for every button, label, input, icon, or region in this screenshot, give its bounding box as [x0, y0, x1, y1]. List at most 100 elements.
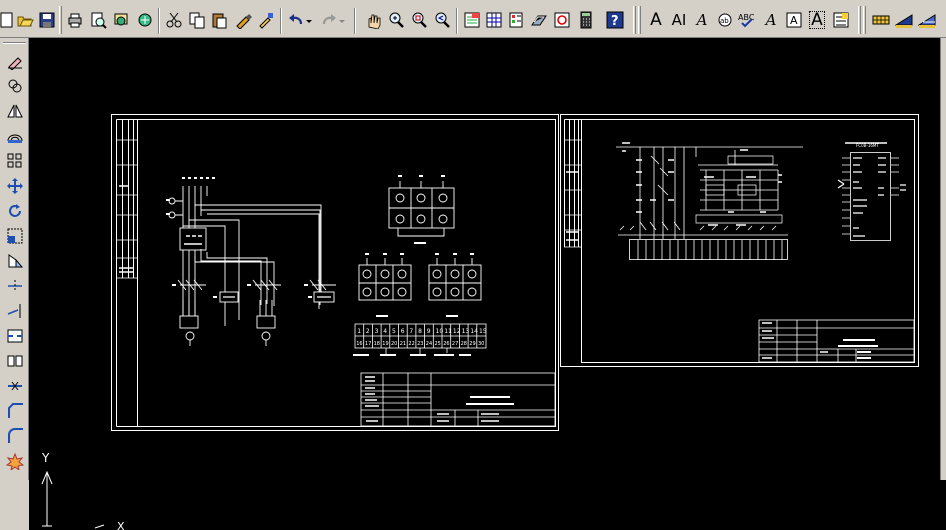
offset-icon[interactable] — [4, 125, 26, 147]
terminal-number: 2 — [366, 328, 370, 335]
terminal-number: 3 — [375, 328, 379, 335]
terminal-number-lower: 29 — [469, 341, 475, 347]
print-icon[interactable] — [64, 9, 86, 31]
edit-text-icon[interactable]: A — [691, 9, 713, 31]
terminal-number-lower: 30 — [478, 341, 484, 347]
copy-icon[interactable] — [186, 9, 208, 31]
sheet-1-wire-labels — [119, 175, 474, 273]
terminal-number: 7 — [409, 328, 413, 335]
text-icon[interactable]: A — [645, 9, 667, 31]
table-icon[interactable] — [870, 9, 892, 31]
sheet-set-icon[interactable] — [528, 9, 550, 31]
explode-icon[interactable] — [4, 450, 26, 472]
plc-model-label: FC0B-16MT — [856, 143, 879, 148]
multiline-text-icon[interactable]: AI — [668, 9, 690, 31]
chamfer-icon[interactable] — [4, 375, 26, 397]
terminal-number-lower: 19 — [382, 341, 388, 347]
svg-text:ABC: ABC — [738, 13, 755, 22]
scale-icon[interactable] — [4, 225, 26, 247]
save-icon[interactable] — [36, 9, 58, 31]
terminal-number-lower: 28 — [461, 341, 467, 347]
socket-panel-right — [428, 258, 482, 317]
sheet-1-motor-circuit — [166, 186, 336, 346]
extend-icon[interactable] — [4, 300, 26, 322]
redo-icon[interactable] — [318, 9, 340, 31]
markup-icon[interactable] — [551, 9, 573, 31]
paste-icon[interactable] — [208, 9, 230, 31]
rotate-icon[interactable] — [4, 200, 26, 222]
fillet-icon[interactable] — [4, 400, 26, 422]
convert-space-icon[interactable] — [830, 9, 852, 31]
undo-icon[interactable] — [285, 9, 307, 31]
right-scroll-edge[interactable] — [940, 38, 946, 480]
help-icon[interactable]: ? — [604, 9, 626, 31]
svg-text:?: ? — [611, 14, 619, 29]
terminal-number: 10 — [436, 328, 444, 335]
mirror-icon[interactable] — [4, 100, 26, 122]
sheet-1-title-block — [360, 372, 556, 427]
scale-text-icon[interactable]: A — [783, 9, 805, 31]
socket-panel-top — [388, 181, 455, 244]
fillet-round-icon[interactable] — [4, 425, 26, 447]
find-replace-icon[interactable]: ab — [714, 9, 736, 31]
terminal-number-lower: 17 — [365, 341, 371, 347]
trim-icon[interactable] — [4, 275, 26, 297]
ucs-icon — [41, 470, 105, 529]
publish-icon[interactable] — [110, 9, 132, 31]
cut-icon[interactable] — [163, 9, 185, 31]
zoom-window-icon[interactable] — [408, 9, 430, 31]
array-icon[interactable] — [4, 150, 26, 172]
terminal-number-lower: 21 — [400, 341, 406, 347]
undo-dropdown-icon[interactable] — [305, 9, 313, 31]
design-center-icon[interactable] — [483, 9, 505, 31]
terminal-number-lower: 18 — [374, 341, 380, 347]
terminal-number: 11 — [444, 328, 452, 335]
terminal-number: 12 — [453, 328, 461, 335]
block-editor-icon[interactable] — [255, 9, 277, 31]
terminal-number-lower: 26 — [443, 341, 449, 347]
terminal-number-lower: 27 — [452, 341, 458, 347]
svg-text:A: A — [790, 14, 798, 27]
terminal-number: 8 — [418, 328, 422, 335]
table-style-icon[interactable] — [893, 9, 915, 31]
terminal-number-lower: 16 — [356, 341, 362, 347]
drawing-canvas[interactable]: Y X 1 2 3 4 5 6 7 8 9 10 11 12 13 14 1516 17 18 19 20 21 22 2… — [29, 38, 940, 530]
plot-icon[interactable] — [134, 9, 156, 31]
text-style-icon[interactable]: A — [760, 9, 782, 31]
justify-text-icon[interactable]: A — [806, 9, 828, 31]
calculator-icon[interactable] — [575, 9, 597, 31]
terminal-number-lower: 22 — [408, 341, 414, 347]
sheet-1-frame — [111, 114, 559, 431]
terminal-number: 5 — [392, 328, 396, 335]
terminal-number: 15 — [479, 328, 487, 335]
join-icon[interactable] — [4, 350, 26, 372]
sheet-2-title-block — [758, 319, 915, 363]
properties-icon[interactable] — [461, 9, 483, 31]
terminal-number-labels: 1 2 3 4 5 6 7 8 9 10 11 12 13 14 1516 17 18 19 20 21 22 23 24 2… — [356, 328, 487, 347]
erase-icon[interactable] — [4, 50, 26, 72]
ladder-diagram — [616, 142, 803, 260]
open-icon[interactable] — [14, 9, 36, 31]
insert-table-icon[interactable] — [916, 9, 938, 31]
pan-icon[interactable] — [362, 9, 384, 31]
print-preview-icon[interactable] — [87, 9, 109, 31]
redo-dropdown-icon[interactable] — [338, 9, 346, 31]
terminal-number: 1 — [357, 328, 361, 335]
zoom-realtime-icon[interactable] — [385, 9, 407, 31]
svg-text:ab: ab — [720, 17, 729, 25]
terminal-number: 6 — [401, 328, 405, 335]
terminal-number: 13 — [462, 328, 470, 335]
move-icon[interactable] — [4, 175, 26, 197]
socket-panel-left — [358, 258, 412, 317]
zoom-previous-icon[interactable] — [431, 9, 453, 31]
break-icon[interactable] — [4, 325, 26, 347]
terminal-number-lower: 25 — [435, 341, 441, 347]
spelling-icon[interactable]: ABC — [737, 9, 759, 31]
plc-module — [837, 142, 906, 241]
match-properties-icon[interactable] — [232, 9, 254, 31]
stretch-icon[interactable] — [4, 250, 26, 272]
tool-palettes-icon[interactable] — [505, 9, 527, 31]
terminal-number-lower: 20 — [391, 341, 397, 347]
copy-object-icon[interactable] — [4, 75, 26, 97]
standard-toolbar: ? A AI A ab ABC A A A — [0, 0, 946, 38]
